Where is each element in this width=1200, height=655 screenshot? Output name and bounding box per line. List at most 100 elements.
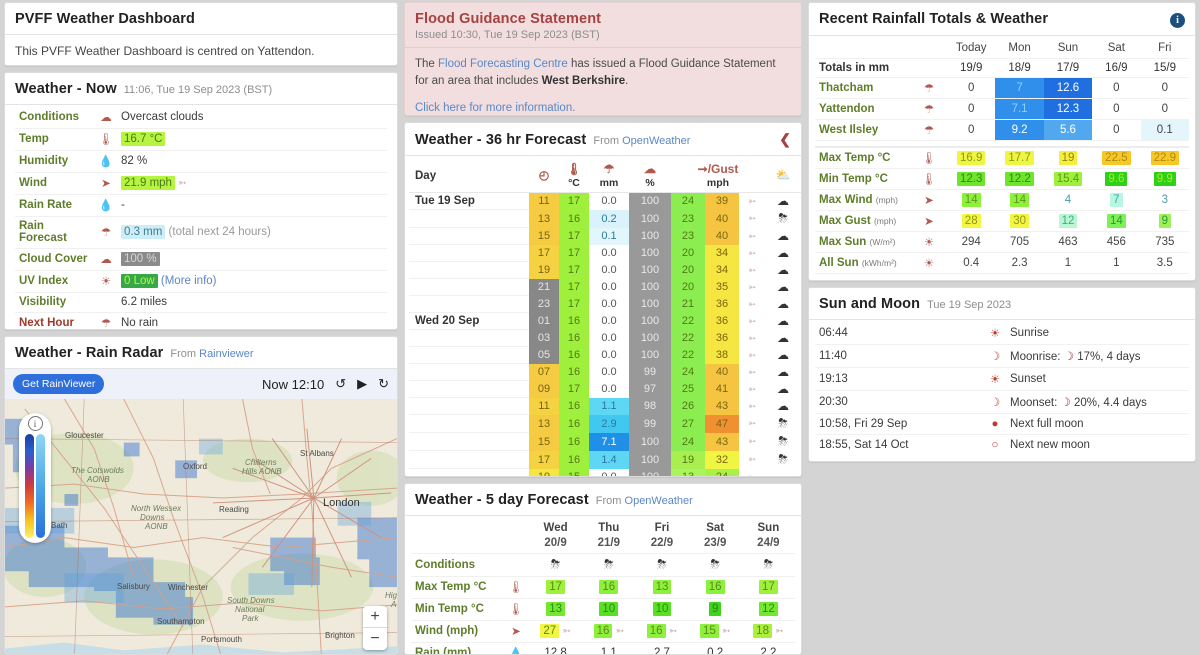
play-icon[interactable]: ▶ [357, 376, 367, 392]
forecast-5day-condition-icon: ⛈ [582, 553, 636, 577]
flood-guidance-body: The Flood Forecasting Centre has issued … [405, 48, 801, 115]
radar-map[interactable]: i Gloucester The Cotswolds AONB Oxford Bath N… [5, 399, 397, 655]
forecast-5day-dayname-row: Wed Thu Fri Sat Sun [411, 518, 795, 534]
forecast-5day-date: 24/9 [741, 533, 795, 554]
get-rainviewer-button[interactable]: Get RainViewer [13, 374, 105, 395]
rain-radar-body: Get RainViewer Now 12:10 ↺ ▶ ↻ i Glouces… [5, 369, 397, 655]
info-icon[interactable]: i [1170, 13, 1185, 28]
rainviewer-link[interactable]: Rainviewer [199, 348, 253, 360]
forecast-5day-value: 13 [529, 598, 583, 621]
radar-toolbar: Get RainViewer Now 12:10 ↺ ▶ ↻ [5, 369, 397, 400]
legend-info-icon[interactable]: i [27, 416, 43, 432]
forecast-cell: 34 [705, 244, 739, 262]
forecast-cell: 100 [629, 261, 671, 279]
cloud-sun-rain-icon: ⛈ [763, 557, 774, 572]
flood-more-info-link[interactable]: Click here for more information. [415, 102, 575, 114]
wind-arrow-icon: ➤ [911, 210, 947, 232]
forecast-cell: 16 [559, 209, 589, 228]
radar-now-label: Now 12:10 [262, 376, 325, 392]
wind-direction-icon: ➳ [668, 626, 678, 638]
zoom-out-button[interactable]: − [363, 628, 387, 650]
weather-now-row: Rain Rate 💧 - [15, 194, 387, 217]
rainfall-metric-value: 14 [995, 189, 1044, 211]
sun-moon-row: 19:13 ☀ Sunset [815, 367, 1189, 391]
forecast-5day-source: From OpenWeather [596, 495, 693, 507]
forecast-cell: 35 [705, 278, 739, 296]
chevron-down-icon[interactable]: ❮ [779, 131, 791, 148]
map-label: Salisbury [117, 582, 150, 592]
wind-direction-icon: ➳ [748, 298, 756, 309]
header-wind: ➞/Gust mph [671, 160, 765, 193]
rainfall-metric-value: 3.5 [1140, 252, 1189, 274]
flood-guidance-header: Flood Guidance Statement Issued 10:30, T… [405, 3, 801, 48]
forecast-cell: 36 [705, 329, 739, 347]
forecast-36hr-row: 13 16 2.9 99 27 47 ➳ ⛈ [409, 414, 801, 434]
map-label: Hills AONB [242, 467, 282, 477]
forecast-cell: 0.0 [589, 380, 629, 398]
wind-direction-icon: ➳ [748, 195, 756, 206]
rainfall-metric-value: 463 [1043, 231, 1093, 253]
forecast-cell: 21 [529, 278, 559, 296]
refresh-icon[interactable]: ↻ [378, 376, 389, 392]
map-zoom-controls[interactable]: + − [363, 606, 387, 651]
forecast-5day-value: 12.8 [544, 647, 567, 655]
sun-moon-time: 18:55, Sat 14 Oct [819, 438, 909, 451]
openweather-link-5day[interactable]: OpenWeather [625, 495, 693, 507]
forecast-cell: 20 [671, 278, 705, 296]
map-label: Bath [51, 521, 68, 531]
flood-area-name: West Berkshire [541, 75, 626, 88]
forecast-36hr-row: 19 15 0.0 100 13 24 ➳ ☁ [409, 468, 801, 477]
rainfall-metric-value: 456 [1092, 231, 1141, 253]
forecast-36hr-row: 17 17 0.0 100 20 34 ➳ ☁ [409, 244, 801, 263]
droplet-icon: 💧 [93, 150, 119, 173]
radar-legend[interactable]: i [19, 413, 51, 544]
forecast-cell: 23 [671, 227, 705, 245]
cloud-icon: ☁ [777, 365, 789, 380]
rainfall-value: 12.3 [1043, 98, 1093, 120]
rainfall-value: 9.2 [995, 119, 1044, 141]
forecast-36hr-row: 21 17 0.0 100 20 35 ➳ ☁ [409, 278, 801, 297]
forecast-5day-label: Rain (mm) [415, 647, 472, 655]
forecast-cell: 38 [705, 346, 739, 364]
cloud-icon: ☁ [777, 399, 789, 414]
sun-moon-time: 06:44 [815, 321, 980, 345]
moon-arc-icon: ☽ [980, 344, 1010, 368]
spacer-icon [503, 518, 529, 534]
map-label: South Downs [227, 596, 275, 606]
weather-now-row: Cloud Cover ☁ 100 % [15, 248, 387, 271]
forecast-cell: 99 [629, 414, 671, 433]
zoom-in-button[interactable]: + [363, 606, 387, 629]
forecast-cell: 0.0 [589, 363, 629, 381]
flood-forecasting-centre-link[interactable]: Flood Forecasting Centre [438, 58, 568, 70]
weather-now-value: - [119, 194, 387, 217]
wind-direction-icon: ➳ [748, 400, 756, 411]
wind-direction-icon: ➳ [562, 626, 571, 638]
spacer-icon [911, 38, 947, 59]
rewind-icon[interactable]: ↺ [335, 376, 346, 392]
cloud-icon: ☁ [777, 194, 789, 209]
forecast-5day-value: 17 [529, 576, 583, 599]
rain-radar-header: Weather - Rain Radar From Rainviewer [5, 337, 397, 370]
flood-text-post: . [625, 75, 629, 88]
rainfall-metric-value: 3 [1140, 189, 1189, 211]
forecast-cell: 0.0 [589, 278, 629, 296]
forecast-cell: 24 [671, 363, 705, 381]
forecast-day-label [409, 380, 529, 399]
rainfall-value: 0 [1092, 98, 1141, 120]
rainfall-totals-title: Recent Rainfall Totals & Weather [819, 11, 1049, 27]
wind-direction-icon: ➳ [748, 315, 756, 326]
openweather-link-36hr[interactable]: OpenWeather [622, 135, 690, 147]
forecast-cell: 0.0 [589, 468, 629, 477]
weather-now-note[interactable]: (More info) [161, 275, 217, 287]
cloud-sun-rain-icon: ⛈ [550, 557, 561, 572]
rainfall-metric-value: 15.4 [1043, 168, 1093, 190]
forecast-5day-dayname: Sat [706, 521, 725, 534]
rainfall-metric-value: 22.9 [1140, 146, 1189, 169]
rainfall-metric-value: 19 [1043, 146, 1093, 169]
rain-radar-source-prefix: From [170, 348, 197, 361]
forecast-36hr-row: 03 16 0.0 100 22 36 ➳ ☁ [409, 329, 801, 348]
rainfall-metric-value: 735 [1140, 231, 1189, 253]
forecast-day-label [409, 397, 529, 416]
sun-icon: ☀ [911, 231, 947, 253]
forecast-cell: 22 [671, 312, 705, 330]
